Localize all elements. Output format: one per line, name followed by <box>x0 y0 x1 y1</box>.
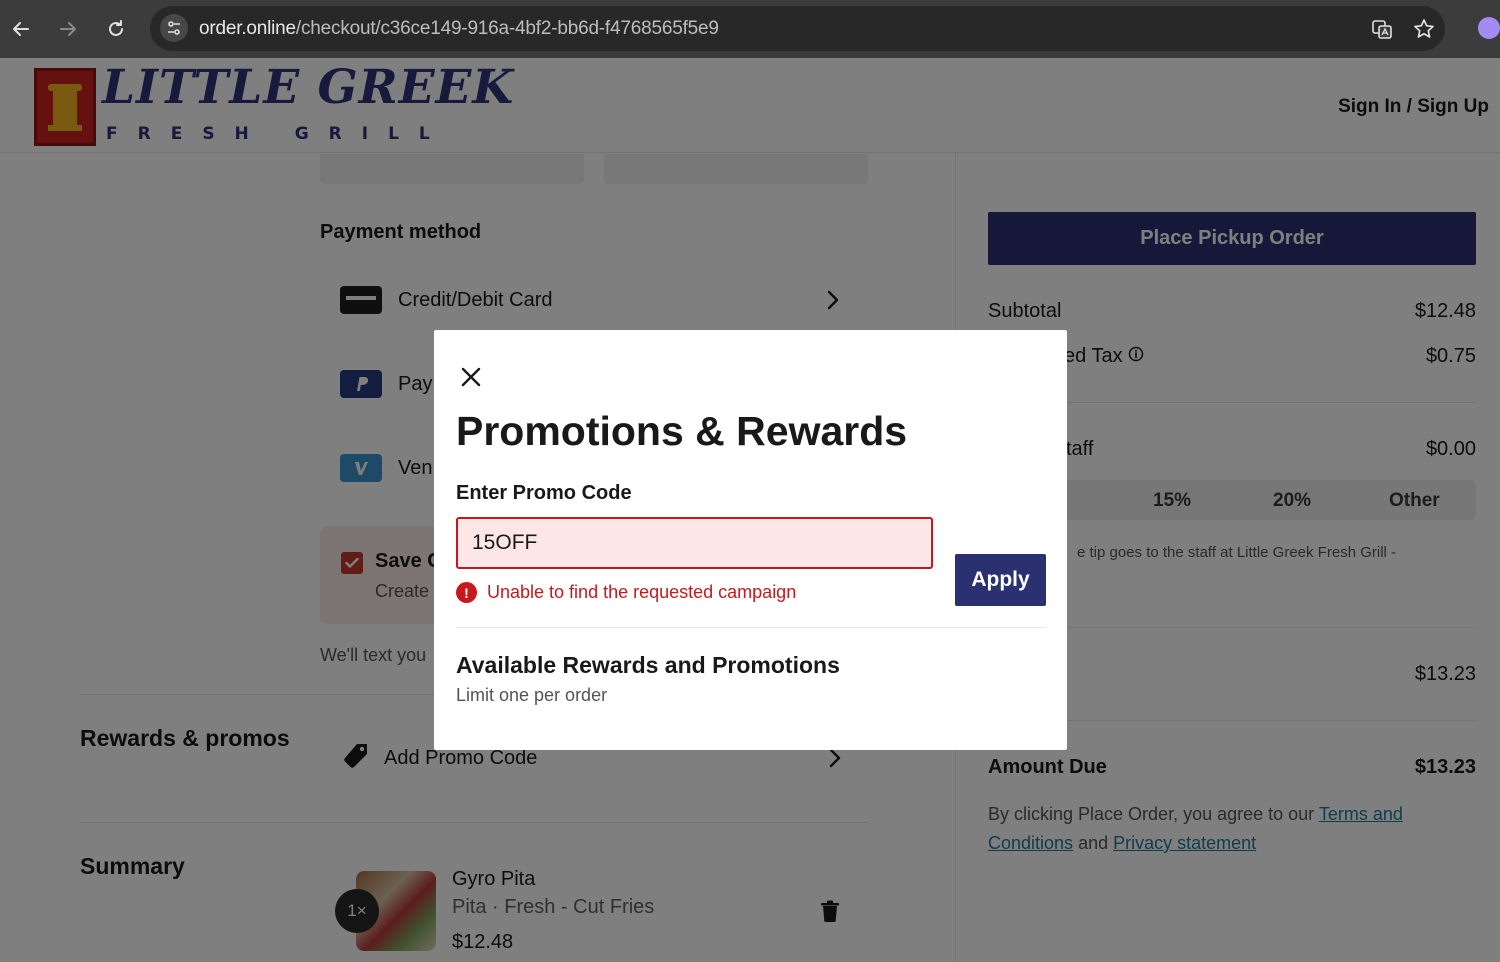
browser-toolbar: order.online/checkout/c36ce149-916a-4bf2… <box>0 0 1500 58</box>
url-text: order.online/checkout/c36ce149-916a-4bf2… <box>199 18 719 40</box>
promo-code-label: Enter Promo Code <box>456 482 632 504</box>
bookmark-star-icon[interactable] <box>1412 17 1436 41</box>
error-icon: ! <box>456 582 477 603</box>
reload-icon[interactable] <box>101 14 131 44</box>
promo-error: ! Unable to find the requested campaign <box>456 582 796 603</box>
divider <box>456 627 1046 628</box>
modal-title: Promotions & Rewards <box>456 408 908 454</box>
available-promotions-subtitle: Limit one per order <box>456 685 608 705</box>
forward-icon[interactable] <box>53 14 83 44</box>
close-icon[interactable] <box>458 364 484 390</box>
url-host: order.online <box>199 18 296 39</box>
translate-icon[interactable] <box>1370 17 1394 41</box>
url-path: /checkout/c36ce149-916a-4bf2-bb6d-f47685… <box>295 18 719 39</box>
promotions-modal: Promotions & Rewards Enter Promo Code Ap… <box>434 330 1067 750</box>
error-message: Unable to find the requested campaign <box>487 582 797 602</box>
extension-icon[interactable] <box>1478 17 1500 39</box>
site-info-icon[interactable] <box>160 14 188 42</box>
back-icon[interactable] <box>6 14 36 44</box>
apply-button[interactable]: Apply <box>955 554 1046 606</box>
promo-code-input[interactable] <box>456 517 933 569</box>
available-promotions-title: Available Rewards and Promotions <box>456 652 840 678</box>
address-bar[interactable]: order.online/checkout/c36ce149-916a-4bf2… <box>150 6 1445 51</box>
